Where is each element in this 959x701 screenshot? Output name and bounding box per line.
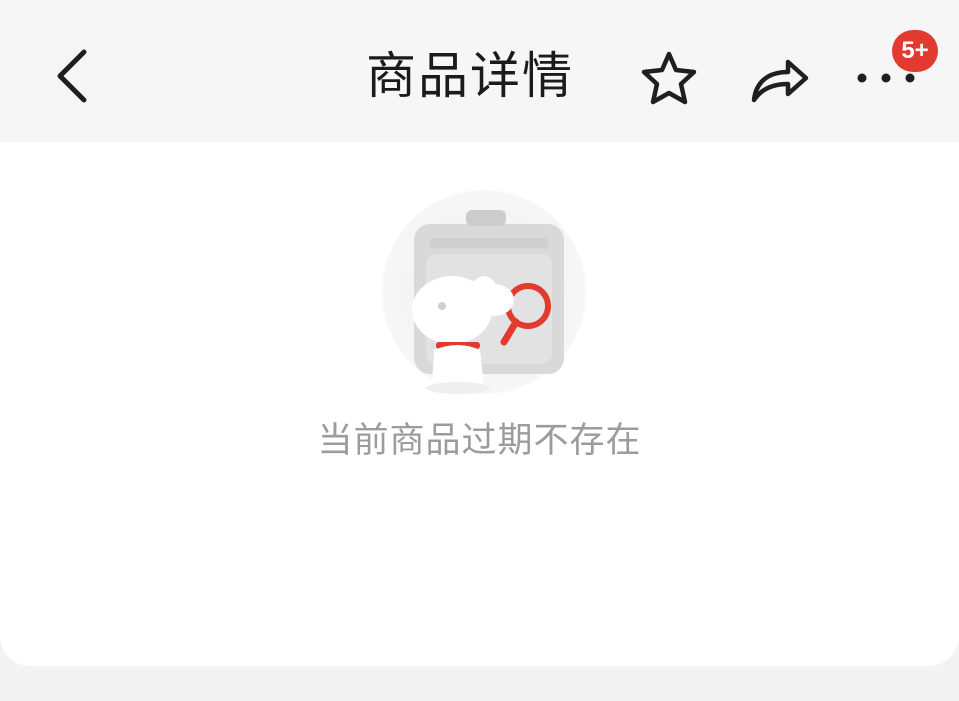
top-nav-bar: 商品详情 5+ xyxy=(0,0,959,142)
product-detail-page: 商品详情 5+ 当前商品过期不存在 xyxy=(0,0,959,701)
share-button[interactable] xyxy=(742,42,816,116)
back-chevron-icon xyxy=(57,49,87,103)
empty-state-illustration xyxy=(372,182,600,410)
favorite-button[interactable] xyxy=(632,42,706,116)
empty-state-message: 当前商品过期不存在 xyxy=(317,421,642,461)
mascot-dog-with-magnifier-icon xyxy=(382,190,586,394)
share-arrow-icon xyxy=(751,59,809,103)
back-button[interactable] xyxy=(36,42,106,112)
notification-badge: 5+ xyxy=(892,30,938,72)
star-icon xyxy=(641,51,697,105)
page-title: 商品详情 xyxy=(366,47,574,105)
